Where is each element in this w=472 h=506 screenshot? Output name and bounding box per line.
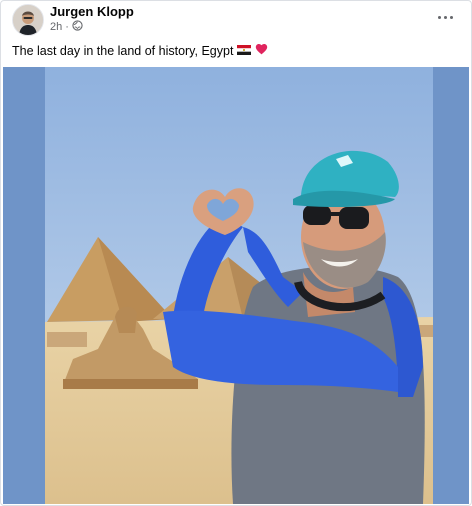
author-avatar[interactable] <box>12 4 44 36</box>
post-time[interactable]: 2h <box>50 21 62 33</box>
red-heart-icon <box>255 43 268 58</box>
egypt-flag-icon <box>237 44 252 58</box>
post-card: Jurgen Klopp 2h · The last day in the la… <box>0 0 472 506</box>
author-name[interactable]: Jurgen Klopp <box>50 4 134 19</box>
post-photo[interactable] <box>3 67 469 504</box>
post-header: Jurgen Klopp 2h · <box>1 1 471 37</box>
more-options-icon[interactable] <box>433 7 457 27</box>
post-caption: The last day in the land of history, Egy… <box>12 43 234 58</box>
post-caption-row: The last day in the land of history, Egy… <box>12 43 268 58</box>
post-meta: 2h · <box>50 20 83 34</box>
photo-scene <box>3 67 469 504</box>
globe-icon <box>72 20 83 34</box>
